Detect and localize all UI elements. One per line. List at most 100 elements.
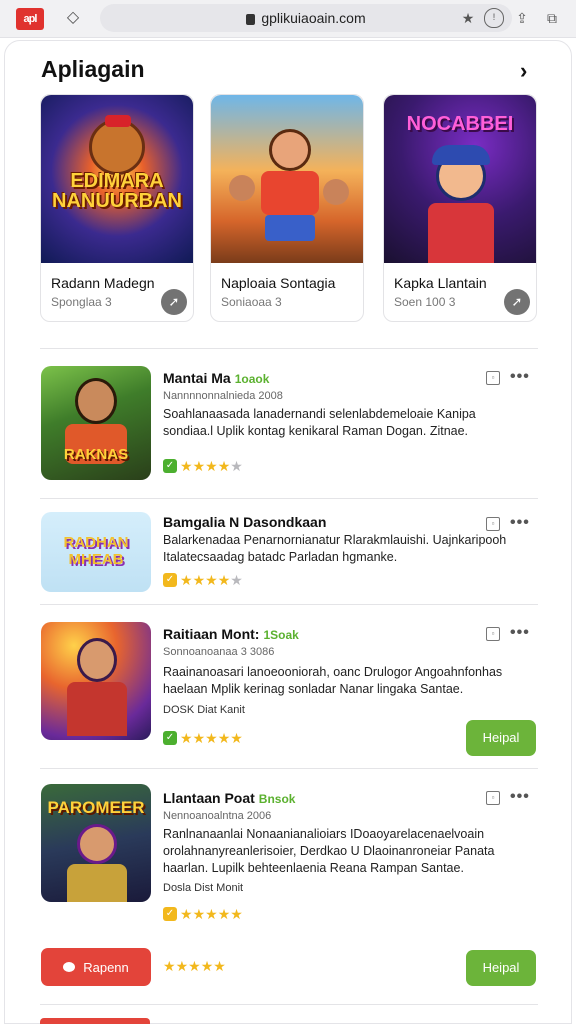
star-icon: ★ (230, 730, 243, 746)
app-logo[interactable]: apl (16, 8, 44, 30)
rating: ✓ ★ ★ ★ ★ ★ (163, 572, 243, 588)
app-description: Balarkenadaa Penarnornianatur Rlarakmlau… (163, 533, 507, 564)
art-title: NOCABBEI (406, 113, 514, 135)
star-icon: ★ (230, 458, 243, 474)
bookmark-icon[interactable]: ▫ (486, 627, 500, 641)
star-icon: ★ (192, 730, 206, 746)
app-icon[interactable] (41, 622, 151, 740)
url-text: gplikuiaoain.com (261, 10, 366, 26)
app-title[interactable]: Llantaan Poat Bnsok (163, 790, 295, 806)
featured-card[interactable]: EDIMARA NANUURBAN ➚ Radann Madegn Spongl… (40, 94, 194, 322)
verified-badge-icon: ✓ (163, 907, 177, 921)
shield-icon[interactable]: ! (484, 8, 504, 28)
star-icon: ★ (188, 958, 201, 974)
game-art-image (211, 95, 363, 263)
app-description: Soahlanaasada lanadernandi selenlabdemel… (163, 407, 476, 438)
app-subtitle: Nannnnonnalnieda 2008 (163, 390, 283, 402)
address-bar[interactable]: gplikuiaoain.com (100, 4, 512, 32)
app-description: Raainanoasari lanoeooniorah, oanc Drulog… (163, 665, 503, 696)
icon-label: RADHAN MHEAB (63, 534, 129, 568)
star-icon: ★ (205, 572, 218, 588)
star-icon: ★ (217, 572, 231, 588)
app-title[interactable]: Bamgalia N Dasondkaan (163, 514, 326, 530)
app-title[interactable]: Raitiaan Mont: 1Soak (163, 626, 299, 642)
star-icon: ★ (180, 458, 193, 474)
bookmark-icon[interactable]: ▫ (486, 791, 500, 805)
star-icon: ★ (180, 572, 193, 588)
verified-badge-icon: ✓ (163, 731, 177, 745)
browser-toolbar: apl ◇ gplikuiaoain.com ★ ! ⇪ ⧉ (0, 0, 576, 38)
card-subtitle: Soniaoaa 3 (221, 295, 282, 309)
star-icon: ★ (217, 906, 231, 922)
bookmark-icon[interactable]: ▫ (486, 371, 500, 385)
star-icon: ★ (192, 572, 206, 588)
icon-label: PAROMEER (47, 798, 145, 817)
icon-label: RAKNAS (63, 446, 129, 463)
rating: ✓ ★ ★ ★ ★ ★ (163, 906, 243, 922)
star-icon: ★ (217, 458, 231, 474)
rating: ✓ ★ ★ ★ ★ ★ (163, 730, 243, 746)
chat-bubble-icon (63, 962, 76, 972)
report-button-label: Rapenn (83, 959, 129, 975)
tabs-icon[interactable]: ⧉ (542, 8, 562, 28)
extension-icon[interactable]: ◇ (64, 9, 82, 27)
share-icon[interactable]: ⇪ (512, 8, 532, 28)
new-tag: Bnsok (258, 792, 296, 806)
star-icon: ★ (192, 458, 206, 474)
app-meta: DOSK Diat Kanit (163, 704, 245, 716)
card-title: Radann Madegn (51, 275, 155, 291)
star-icon: ★ (213, 958, 226, 974)
more-options-icon[interactable]: ••• (510, 624, 530, 642)
star-icon: ★ (175, 958, 189, 974)
app-meta: Dosla Dist Monit (163, 882, 244, 894)
bookmark-icon[interactable]: ▫ (486, 517, 500, 531)
card-title: Kapka Llantain (394, 275, 487, 291)
more-options-icon[interactable]: ••• (510, 788, 530, 806)
chevron-right-icon[interactable]: › (520, 58, 527, 84)
star-icon: ★ (163, 958, 176, 974)
section-title: Apliagain (41, 56, 145, 82)
star-icon: ★ (180, 730, 193, 746)
install-button[interactable]: Heipal (466, 950, 536, 986)
new-tag: 1Soak (263, 628, 299, 642)
featured-card[interactable]: NOCABBEI ➚ Kapka Llantain Soen 100 3 (383, 94, 537, 322)
star-icon: ★ (205, 906, 218, 922)
card-subtitle: Soen 100 3 (394, 295, 456, 309)
verified-badge-icon: ✓ (163, 459, 177, 473)
card-subtitle: Sponglaa 3 (51, 295, 112, 309)
app-icon[interactable]: RAKNAS (41, 366, 151, 480)
play-icon[interactable]: ➚ (161, 289, 187, 315)
lock-icon (246, 13, 256, 25)
report-button[interactable]: Rapenn (41, 948, 151, 986)
app-description: Ranlnanaanlai Nonaanianalioiars IDoaoyar… (163, 827, 495, 875)
star-icon: ★ (230, 906, 243, 922)
play-icon[interactable]: ➚ (504, 289, 530, 315)
star-icon: ★ (200, 958, 214, 974)
more-options-icon[interactable]: ••• (510, 514, 530, 532)
bookmark-star-icon[interactable]: ★ (458, 8, 478, 28)
star-icon: ★ (205, 730, 218, 746)
divider (40, 498, 538, 499)
star-icon: ★ (217, 730, 231, 746)
bottom-rating: ★ ★ ★ ★ ★ (163, 958, 226, 974)
more-options-icon[interactable]: ••• (510, 368, 530, 386)
next-item-peek (40, 1018, 150, 1024)
app-title[interactable]: Mantai Ma 1oaok (163, 370, 269, 386)
featured-card[interactable]: Naploaia Sontagia Soniaoaa 3 (210, 94, 364, 322)
divider (40, 604, 538, 605)
app-icon[interactable]: RADHAN MHEAB (41, 512, 151, 592)
game-art-image: EDIMARA NANUURBAN (41, 95, 193, 263)
rating: ✓ ★ ★ ★ ★ ★ (163, 458, 243, 474)
game-art-image: NOCABBEI (384, 95, 536, 263)
art-title: EDIMARA NANUURBAN (52, 170, 182, 212)
star-icon: ★ (205, 458, 218, 474)
star-icon: ★ (192, 906, 206, 922)
divider (40, 348, 538, 349)
star-icon: ★ (230, 572, 243, 588)
card-title: Naploaia Sontagia (221, 275, 336, 291)
star-icon: ★ (180, 906, 193, 922)
app-icon[interactable]: PAROMEER (41, 784, 151, 902)
app-subtitle: Nennoanoalntna 2006 (163, 810, 272, 822)
verified-badge-icon: ✓ (163, 573, 177, 587)
install-button[interactable]: Heipal (466, 720, 536, 756)
